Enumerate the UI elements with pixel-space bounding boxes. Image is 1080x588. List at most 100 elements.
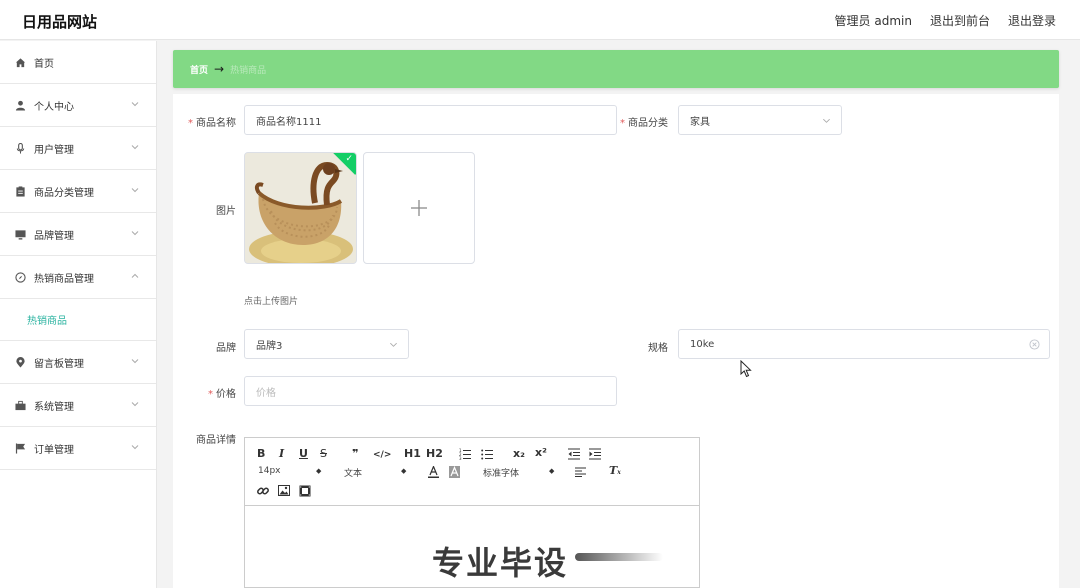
price-placeholder: 价格 [256, 387, 276, 399]
image-label: 图片 [216, 206, 236, 217]
breadcrumb-home[interactable]: 首页 [190, 63, 208, 76]
sidebar-item-category-management[interactable]: 商品分类管理 [0, 170, 156, 213]
location-pin-icon [14, 356, 26, 368]
bullet-list-icon[interactable] [481, 448, 493, 460]
top-links: 管理员 admin 退出到前台 退出登录 [835, 12, 1056, 29]
block-format-value: 文本 [344, 469, 363, 479]
chevron-down-icon [131, 145, 139, 150]
home-icon [14, 56, 26, 68]
sidebar-item-label: 商品分类管理 [34, 187, 94, 199]
user-icon [14, 99, 26, 111]
block-format-select[interactable]: 文本 ◆ [344, 466, 410, 479]
product-name-value: 商品名称1111 [256, 116, 322, 128]
image-insert-icon[interactable] [278, 485, 290, 496]
ordered-list-icon[interactable]: 123 [459, 448, 471, 460]
align-icon[interactable] [575, 467, 586, 477]
mouse-cursor-icon [740, 360, 752, 378]
italic-button[interactable]: I [279, 448, 284, 460]
background-color-icon[interactable] [449, 466, 460, 478]
subscript-button[interactable]: x₂ [513, 448, 525, 460]
name-label: * 商品名称 [188, 118, 236, 129]
price-label: * 价格 [208, 389, 236, 400]
sidebar-item-label: 个人中心 [34, 101, 74, 113]
strikethrough-button[interactable]: S [320, 448, 327, 460]
outdent-icon[interactable] [568, 448, 580, 460]
font-size-select[interactable]: 14px ◆ [258, 466, 324, 478]
chevron-down-icon [131, 402, 139, 407]
spec-label: 规格 [648, 343, 668, 354]
sidebar-item-order-management[interactable]: 订单管理 [0, 427, 156, 470]
basket-image [245, 153, 356, 263]
microphone-icon [14, 142, 26, 154]
clear-format-button[interactable]: Tx [609, 465, 621, 479]
svg-text:3: 3 [459, 456, 462, 460]
link-icon[interactable] [257, 485, 269, 497]
blockquote-button[interactable]: ❞ [352, 448, 358, 460]
video-insert-icon[interactable] [299, 485, 311, 497]
chevron-down-icon [131, 445, 139, 450]
select-arrows-icon: ◆ [401, 467, 407, 475]
font-size-value: 14px [258, 466, 281, 476]
sidebar-item-label: 品牌管理 [34, 230, 74, 242]
code-block-button[interactable]: </> [373, 449, 391, 461]
check-icon: ✓ [345, 154, 353, 164]
sidebar: 首页 个人中心 用户管理 商品分类管理 品牌管理 热销商品管理 热销商品 留言板… [0, 41, 157, 588]
chevron-down-icon [823, 118, 830, 123]
sidebar-item-personal-center[interactable]: 个人中心 [0, 84, 156, 127]
sidebar-item-label: 留言板管理 [34, 358, 84, 370]
admin-user-label[interactable]: 管理员 admin [835, 12, 912, 29]
logout-link[interactable]: 退出登录 [1008, 12, 1056, 29]
font-color-icon[interactable] [428, 466, 439, 478]
compass-icon [14, 271, 26, 283]
upload-hint: 点击上传图片 [244, 297, 299, 307]
superscript-button[interactable]: x² [535, 447, 547, 459]
sidebar-item-hot-products-management[interactable]: 热销商品管理 [0, 256, 156, 299]
exit-to-front-link[interactable]: 退出到前台 [930, 12, 990, 29]
font-family-value: 标准字体 [483, 469, 520, 479]
clear-input-icon[interactable] [1029, 339, 1040, 350]
flag-icon [14, 442, 26, 454]
product-name-input[interactable]: 商品名称1111 [244, 105, 617, 135]
chevron-down-icon [390, 342, 397, 347]
top-bar: 日用品网站 管理员 admin 退出到前台 退出登录 [0, 0, 1080, 40]
sidebar-item-system-management[interactable]: 系统管理 [0, 384, 156, 427]
chevron-down-icon [131, 359, 139, 364]
spec-input[interactable]: 10ke [678, 329, 1050, 359]
sidebar-item-label: 用户管理 [34, 144, 74, 156]
suitcase-icon [14, 399, 26, 411]
indent-icon[interactable] [589, 448, 601, 460]
site-title: 日用品网站 [22, 13, 98, 31]
brand-label: 品牌 [216, 343, 236, 354]
underline-button[interactable]: U [299, 448, 308, 460]
sidebar-subitem-label: 热销商品 [27, 316, 67, 327]
chevron-down-icon [131, 102, 139, 107]
sidebar-item-home[interactable]: 首页 [0, 41, 156, 84]
category-select[interactable]: 家具 [678, 105, 842, 135]
watermark-streak [575, 553, 663, 561]
price-input[interactable]: 价格 [244, 376, 617, 406]
brand-value: 品牌3 [256, 340, 283, 352]
clipboard-icon [14, 185, 26, 197]
watermark-text: 专业毕设 [432, 544, 569, 582]
select-arrows-icon: ◆ [549, 467, 555, 475]
heading-1-button[interactable]: H1 [404, 448, 421, 460]
chevron-down-icon [131, 188, 139, 193]
sidebar-item-brand-management[interactable]: 品牌管理 [0, 213, 156, 256]
monitor-icon [14, 228, 26, 240]
detail-label: 商品详情 [196, 435, 236, 446]
sidebar-item-label: 系统管理 [34, 401, 74, 413]
category-value: 家具 [690, 116, 710, 128]
sidebar-item-message-board[interactable]: 留言板管理 [0, 341, 156, 384]
category-label: * 商品分类 [620, 118, 668, 129]
plus-icon [411, 200, 427, 216]
sidebar-subitem-hot-products[interactable]: 热销商品 [0, 299, 156, 341]
sidebar-item-label: 热销商品管理 [34, 273, 94, 285]
sidebar-item-user-management[interactable]: 用户管理 [0, 127, 156, 170]
font-family-select[interactable]: 标准字体 ◆ [483, 466, 557, 479]
heading-2-button[interactable]: H2 [426, 448, 443, 460]
brand-select[interactable]: 品牌3 [244, 329, 409, 359]
bold-button[interactable]: B [257, 448, 265, 460]
product-image-thumbnail[interactable]: ✓ [244, 152, 357, 264]
upload-image-button[interactable] [363, 152, 475, 264]
breadcrumb: 首页 → 热销商品 [173, 50, 1059, 88]
